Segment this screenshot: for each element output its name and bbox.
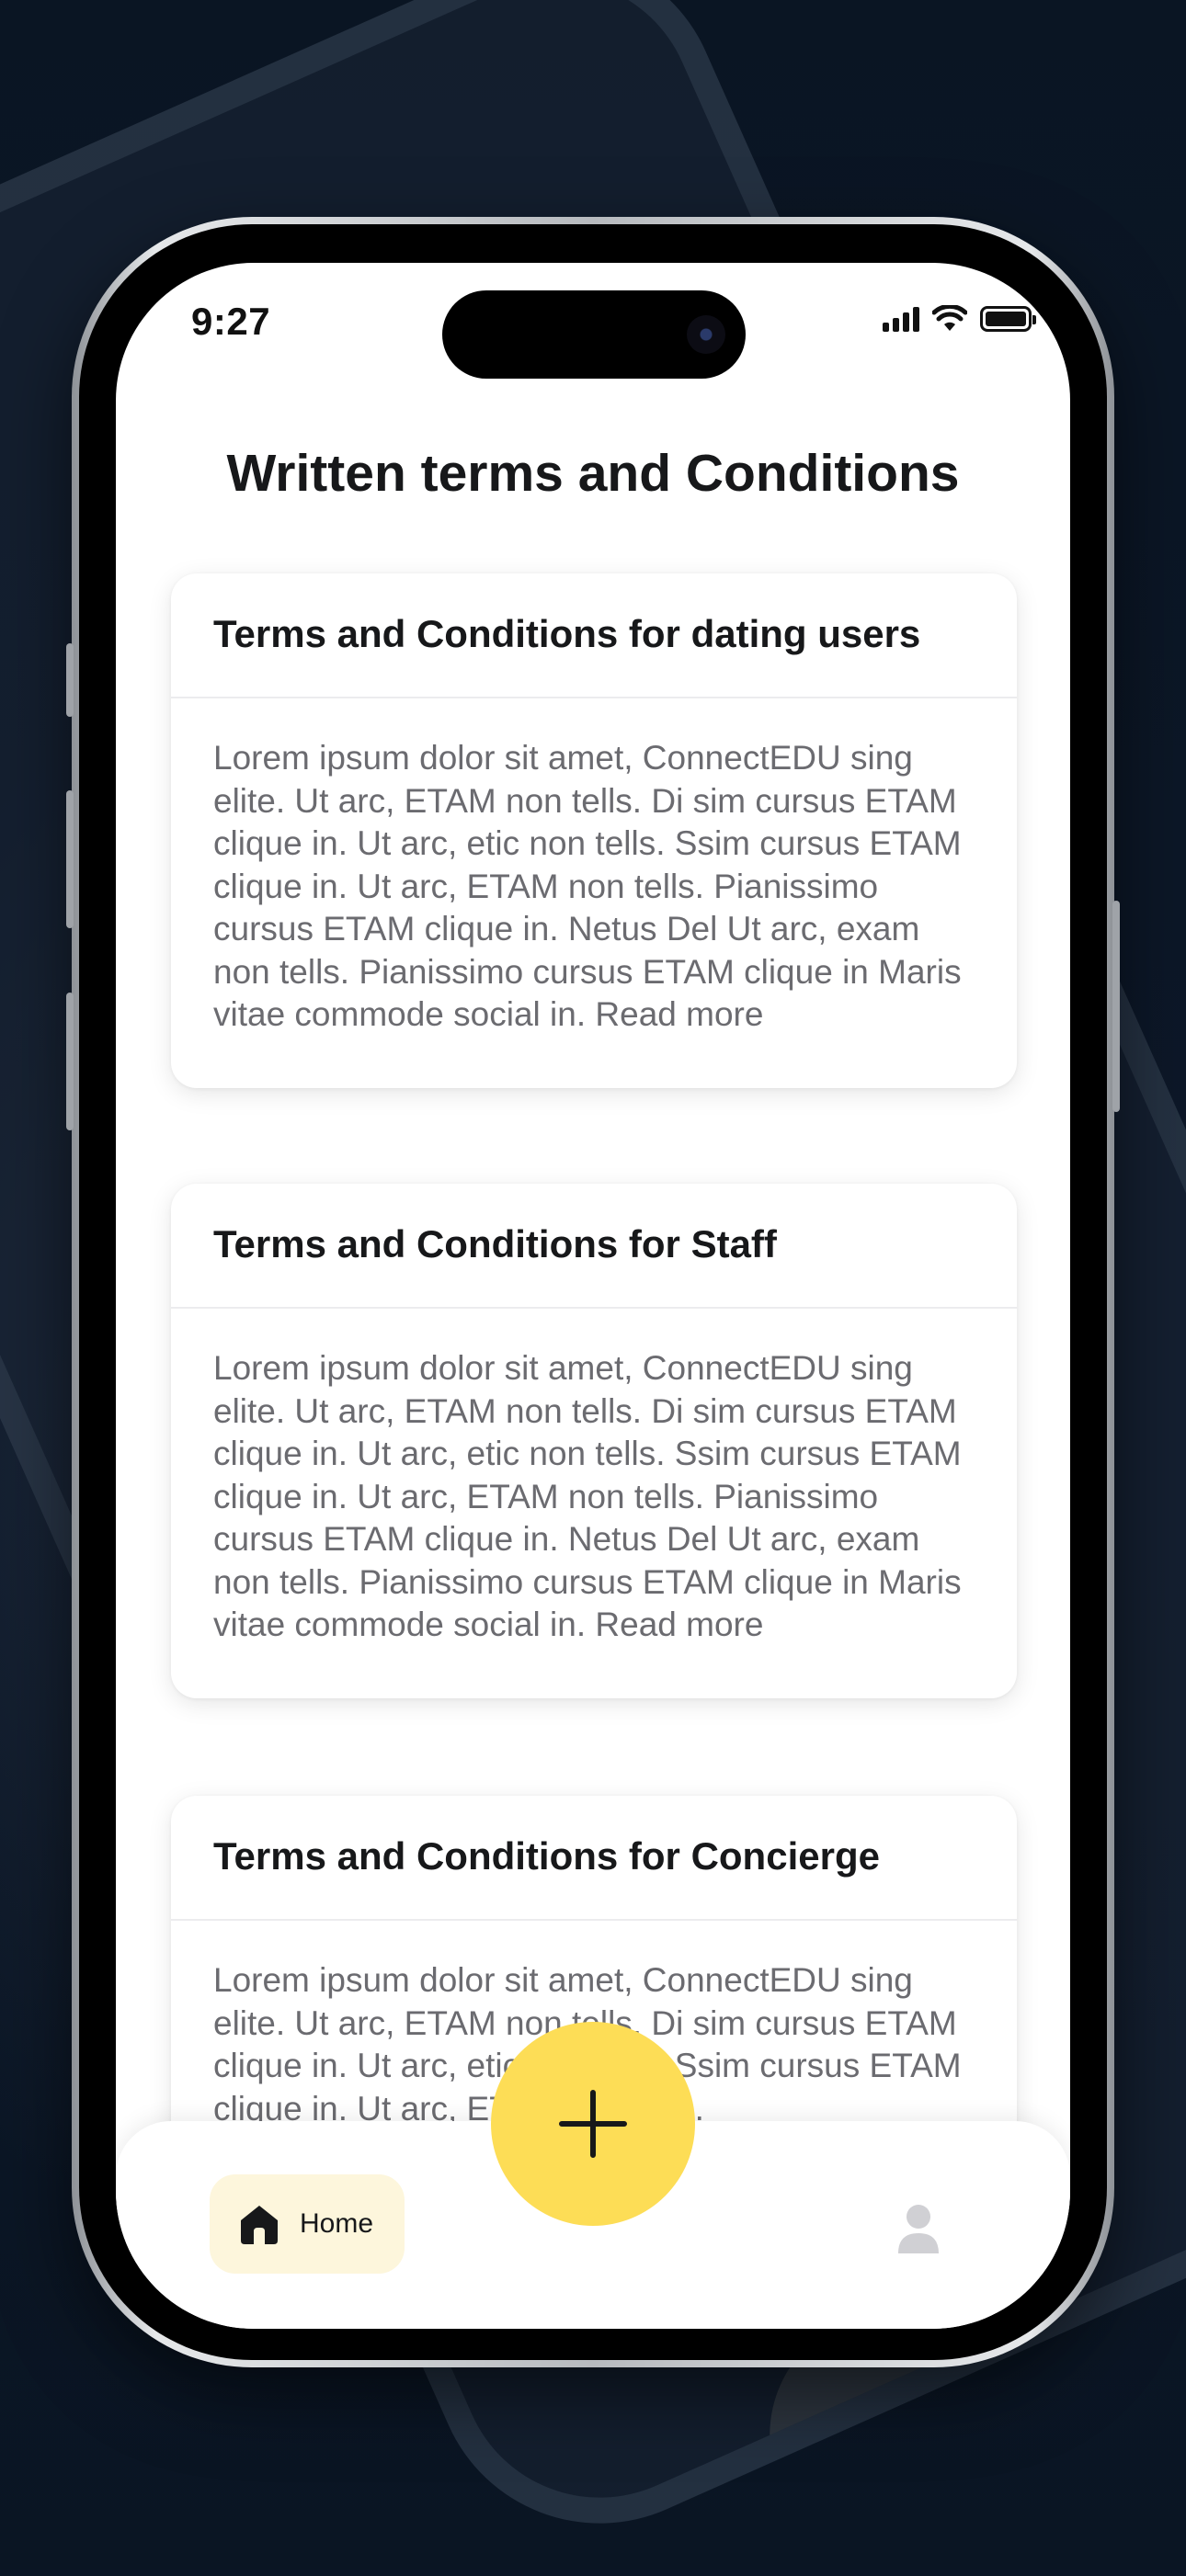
phone-volume-down — [66, 993, 74, 1130]
phone-screen: 9:27 Written terms and Conditions Terms … — [116, 263, 1070, 2329]
battery-icon — [980, 306, 1036, 332]
nav-home-button[interactable]: Home — [210, 2174, 405, 2274]
dynamic-island — [442, 290, 746, 379]
wifi-icon — [932, 305, 967, 331]
nav-profile-button[interactable] — [895, 2202, 941, 2257]
phone-silent-switch — [66, 643, 74, 717]
terms-card-dating-users[interactable]: Terms and Conditions for dating users Lo… — [171, 573, 1017, 1088]
phone-power-button — [1112, 901, 1120, 1112]
add-button[interactable] — [491, 2022, 695, 2226]
home-icon — [241, 2206, 278, 2244]
phone-volume-up — [66, 790, 74, 928]
card-title: Terms and Conditions for Concierge — [171, 1796, 1017, 1921]
terms-card-staff[interactable]: Terms and Conditions for Staff Lorem ips… — [171, 1184, 1017, 1698]
card-body: Lorem ipsum dolor sit amet, ConnectEDU s… — [213, 739, 962, 1033]
page-title: Written terms and Conditions — [226, 444, 960, 503]
cellular-signal-icon — [883, 306, 919, 332]
card-body: Lorem ipsum dolor sit amet, ConnectEDU s… — [213, 1349, 962, 1643]
nav-home-label: Home — [300, 2208, 374, 2239]
card-title: Terms and Conditions for dating users — [171, 573, 1017, 698]
status-icons — [883, 305, 1036, 333]
plus-icon — [559, 2090, 627, 2158]
user-icon — [898, 2205, 939, 2253]
card-title: Terms and Conditions for Staff — [171, 1184, 1017, 1309]
status-time: 9:27 — [191, 300, 271, 343]
camera-icon — [687, 315, 725, 354]
